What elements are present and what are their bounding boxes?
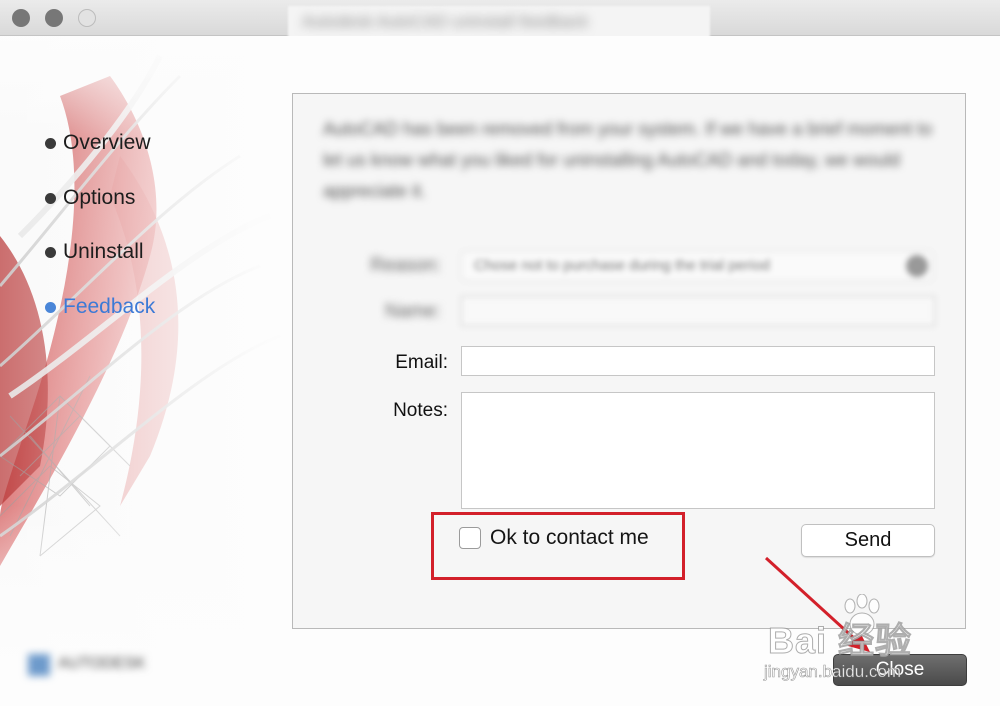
window-title-text: Autodesk AutoCAD uninstall feedback <box>302 12 589 31</box>
contact-checkbox[interactable] <box>459 527 481 549</box>
bullet-icon <box>45 192 56 204</box>
uninstaller-window: Overview Options Uninstall Feedback AUTO… <box>0 36 1000 706</box>
bullet-icon <box>45 246 56 258</box>
close-button[interactable]: Close <box>833 654 967 686</box>
sidebar-item-uninstall[interactable]: Uninstall <box>45 237 245 267</box>
logo-text: AUTODESK <box>58 655 146 672</box>
contact-checkbox-row[interactable]: Ok to contact me <box>459 526 649 550</box>
feedback-panel: AutoCAD has been removed from your syste… <box>292 93 966 629</box>
sidebar-item-overview[interactable]: Overview <box>45 128 245 158</box>
chevron-down-icon <box>906 255 928 277</box>
sidebar-item-label: Options <box>63 186 136 209</box>
bullet-icon <box>45 301 56 313</box>
sidebar-item-feedback[interactable]: Feedback <box>45 292 245 322</box>
name-label: Name: <box>385 301 441 322</box>
email-label: Email: <box>395 352 448 373</box>
sidebar-item-label: Feedback <box>63 295 156 318</box>
reason-select[interactable]: Chose not to purchase during the trial p… <box>461 251 933 281</box>
notes-label: Notes: <box>393 400 448 421</box>
title-bar: Autodesk AutoCAD uninstall feedback <box>0 0 1000 46</box>
autodesk-logo-icon <box>28 654 50 676</box>
sidebar-item-label: Overview <box>63 131 151 154</box>
zoom-window-icon <box>78 9 96 27</box>
bullet-icon <box>45 137 56 149</box>
sidebar-item-label: Uninstall <box>63 240 144 263</box>
reason-select-value: Chose not to purchase during the trial p… <box>474 257 771 274</box>
reason-label: Reason: <box>370 255 441 276</box>
notes-textarea[interactable] <box>461 392 935 509</box>
sidebar-item-options[interactable]: Options <box>45 183 245 213</box>
name-field[interactable] <box>461 296 935 326</box>
send-button[interactable]: Send <box>801 524 935 557</box>
autodesk-logo: AUTODESK <box>24 650 184 680</box>
minimize-window-icon[interactable] <box>45 9 63 27</box>
close-window-icon[interactable] <box>12 9 30 27</box>
contact-checkbox-label[interactable]: Ok to contact me <box>490 526 649 550</box>
feedback-intro-text: AutoCAD has been removed from your syste… <box>323 119 933 201</box>
email-field[interactable] <box>461 346 935 376</box>
